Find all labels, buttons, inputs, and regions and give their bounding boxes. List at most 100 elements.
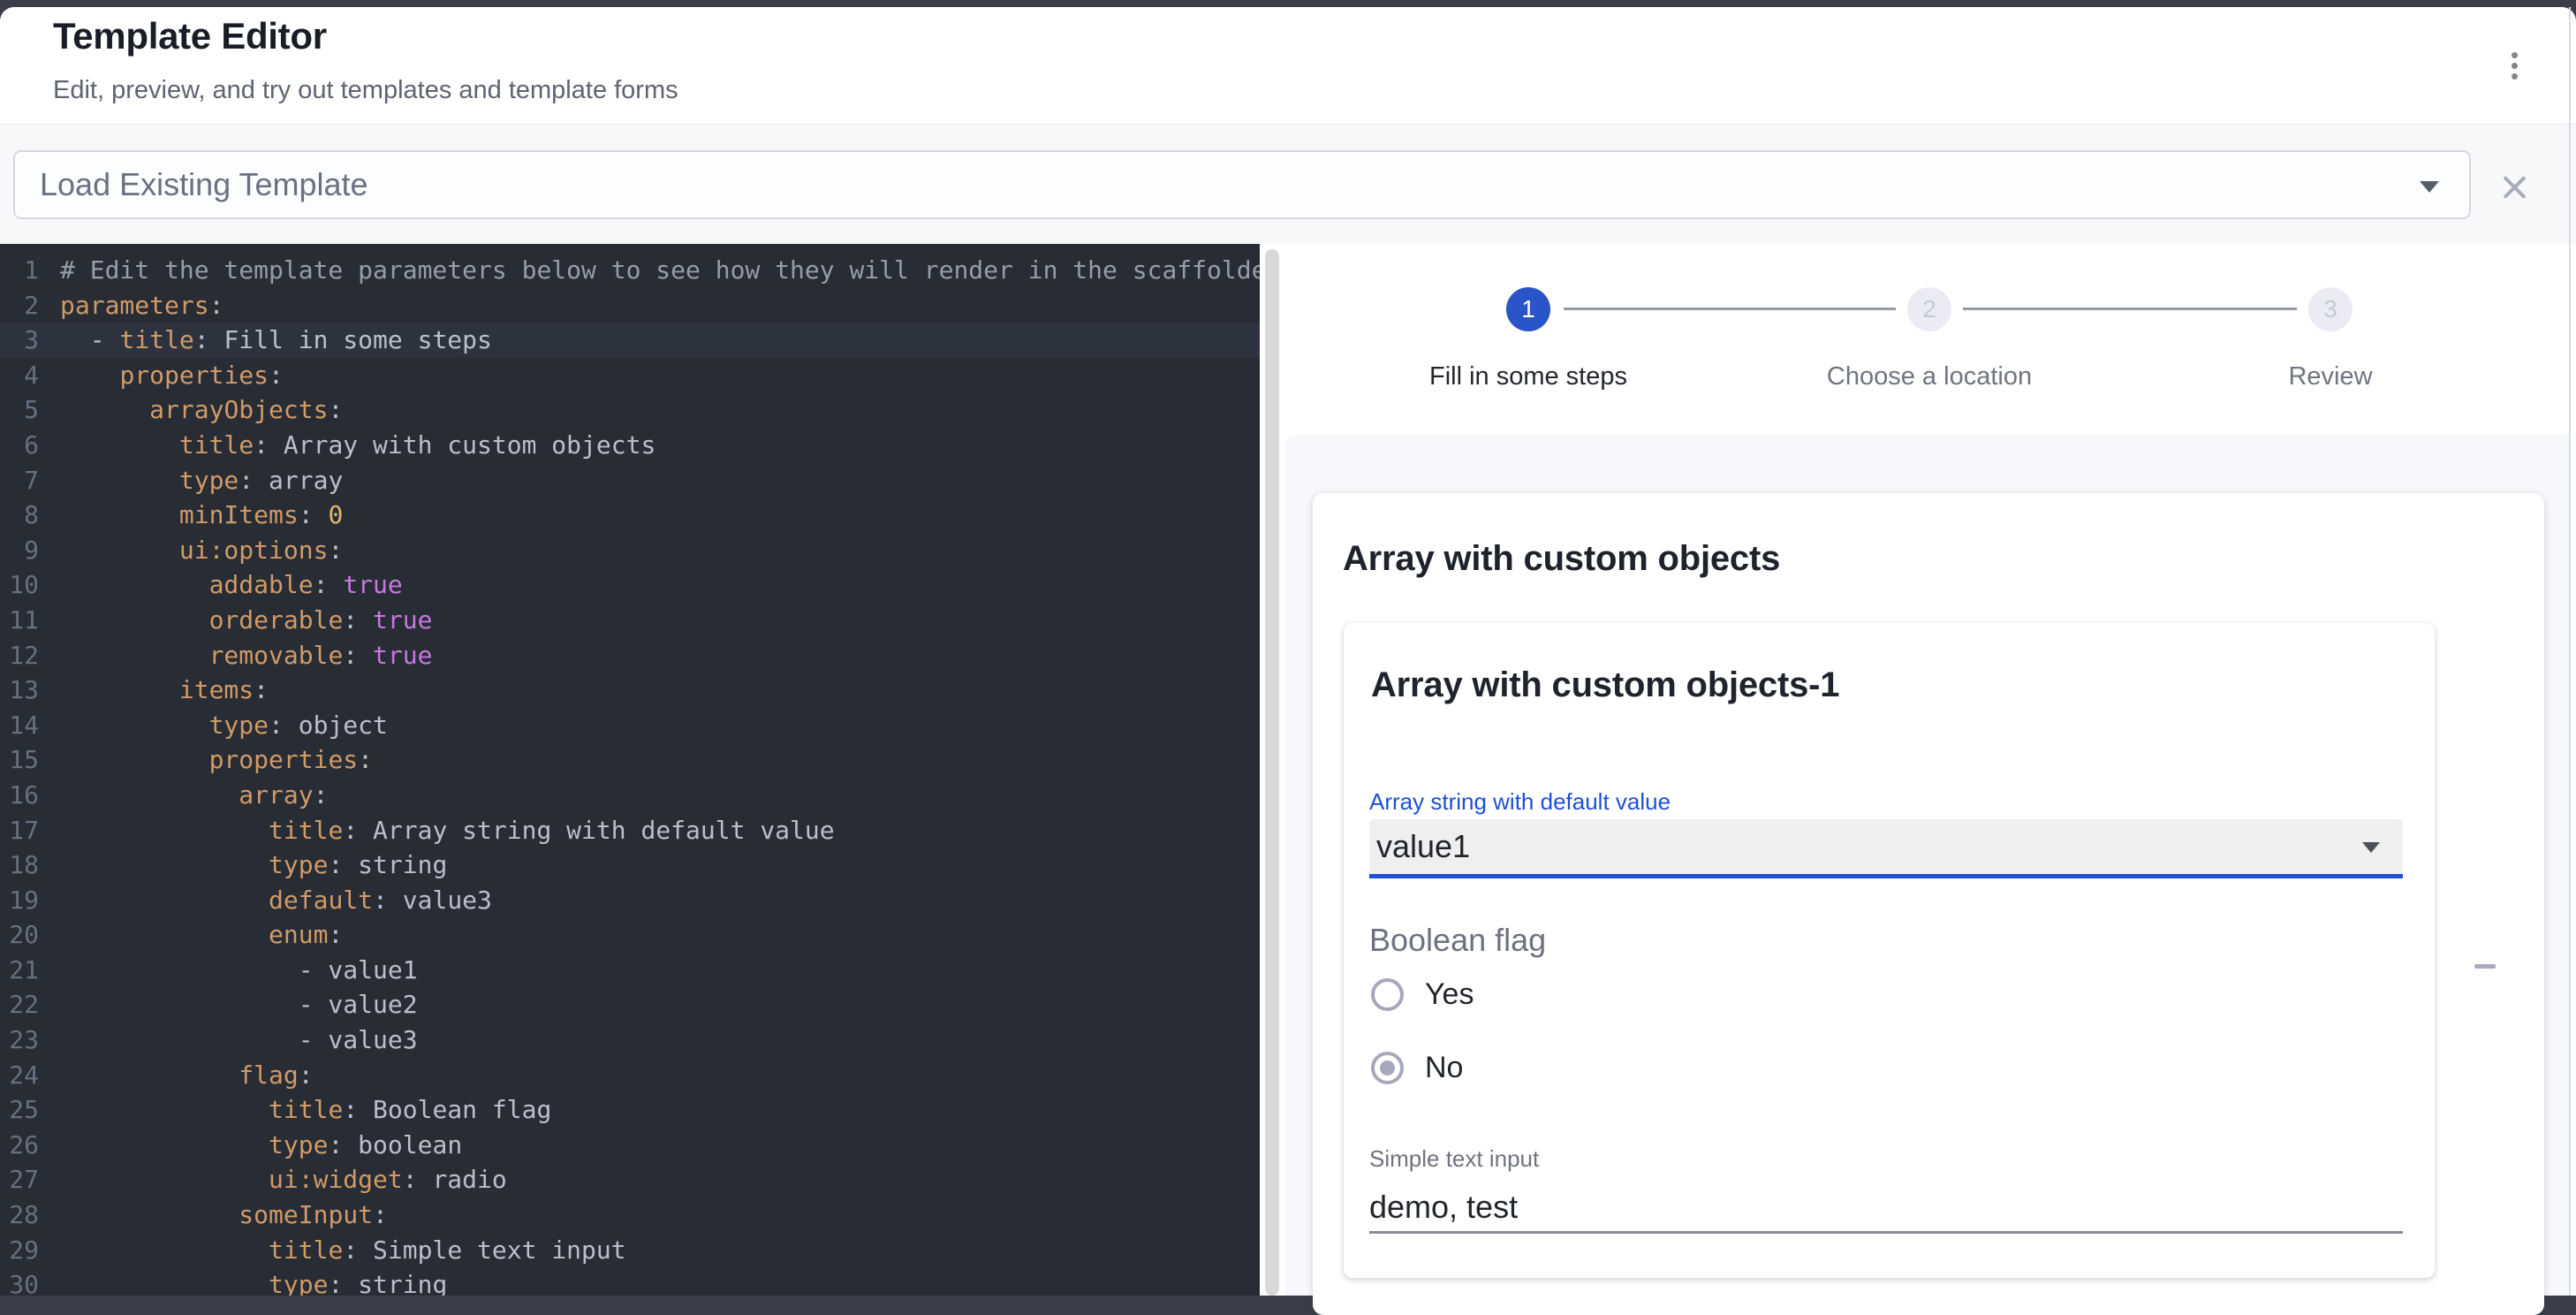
code-line: 11 orderable: true	[0, 603, 1260, 638]
code-text: title: Array with custom objects	[60, 428, 655, 463]
remove-array-item-button[interactable]	[2464, 945, 2506, 987]
line-number: 6	[0, 428, 39, 463]
code-text: # Edit the template parameters below to …	[60, 253, 1260, 288]
code-line: 22 - value2	[0, 987, 1260, 1022]
line-number: 15	[0, 742, 39, 778]
code-text: properties:	[60, 742, 373, 778]
minus-icon	[2474, 964, 2496, 969]
code-text: type: object	[60, 708, 388, 743]
step-circle-2: 2	[1907, 287, 1951, 331]
radio-option-yes[interactable]: Yes	[1371, 975, 1474, 1014]
array-item-title: Array with custom objects-1	[1371, 665, 1839, 705]
line-number: 16	[0, 778, 39, 813]
code-text: - value3	[60, 1022, 418, 1058]
code-line: 8 minItems: 0	[0, 498, 1260, 533]
step-label: Review	[2110, 361, 2551, 392]
code-line: 15 properties:	[0, 742, 1260, 778]
code-line: 27 ui:widget: radio	[0, 1162, 1260, 1197]
line-number: 19	[0, 883, 39, 918]
code-line: 19 default: value3	[0, 883, 1260, 918]
code-text: title: Boolean flag	[60, 1092, 551, 1128]
kebab-menu-icon	[2512, 63, 2518, 69]
select-field-label: Array string with default value	[1369, 788, 1671, 816]
code-line: 25 title: Boolean flag	[0, 1092, 1260, 1128]
code-text: type: array	[60, 463, 343, 498]
code-text: minItems: 0	[60, 498, 343, 533]
yaml-code-editor[interactable]: 1# Edit the template parameters below to…	[0, 244, 1260, 1296]
clear-template-button[interactable]	[2491, 164, 2537, 210]
code-line: 13 items:	[0, 673, 1260, 708]
line-number: 5	[0, 392, 39, 428]
code-text: default: value3	[60, 883, 492, 918]
code-text: arrayObjects:	[60, 392, 343, 428]
line-number: 27	[0, 1162, 39, 1197]
code-line: 29 title: Simple text input	[0, 1233, 1260, 1268]
chevron-down-icon	[2420, 181, 2439, 193]
code-line: 21 - value1	[0, 953, 1260, 988]
code-line: 10 addable: true	[0, 567, 1260, 603]
code-line: 26 type: boolean	[0, 1128, 1260, 1163]
code-text: parameters:	[60, 288, 224, 323]
kebab-menu-icon	[2512, 52, 2518, 58]
code-text: type: string	[60, 848, 447, 883]
line-number: 7	[0, 463, 39, 498]
line-number: 9	[0, 533, 39, 568]
line-number: 8	[0, 498, 39, 533]
code-text: ui:widget: radio	[60, 1162, 507, 1197]
radio-option-no[interactable]: No	[1371, 1048, 1463, 1087]
line-number: 3	[0, 323, 39, 358]
load-existing-template-placeholder: Load Existing Template	[40, 166, 368, 203]
array-string-select[interactable]: value1	[1369, 819, 2403, 874]
code-text: addable: true	[60, 567, 403, 603]
step-circle-1: 1	[1506, 287, 1550, 331]
code-text: - value1	[60, 953, 418, 988]
line-number: 26	[0, 1128, 39, 1163]
code-line: 14 type: object	[0, 708, 1260, 743]
code-line: 28 someInput:	[0, 1197, 1260, 1233]
radio-option-label: Yes	[1425, 977, 1474, 1012]
line-number: 14	[0, 708, 39, 743]
editor-scrollbar[interactable]	[1265, 249, 1279, 1296]
code-line: 16 array:	[0, 778, 1260, 813]
code-line: 4 properties:	[0, 358, 1260, 393]
code-line: 6 title: Array with custom objects	[0, 428, 1260, 463]
radio-checked-icon	[1371, 1052, 1404, 1084]
code-text: enum:	[60, 917, 343, 953]
line-number: 21	[0, 953, 39, 988]
code-text: title: Array string with default value	[60, 813, 835, 848]
code-text: - value2	[60, 987, 418, 1022]
stepper-connector-line	[1963, 308, 2297, 310]
stepper-connector-line	[1564, 308, 1896, 310]
line-number: 28	[0, 1197, 39, 1233]
code-text: someInput:	[60, 1197, 388, 1233]
code-line: 5 arrayObjects:	[0, 392, 1260, 428]
radio-group-label: Boolean flag	[1369, 922, 1546, 959]
code-text: properties:	[60, 358, 284, 393]
page-title: Template Editor	[53, 14, 327, 58]
code-text: - title: Fill in some steps	[60, 323, 492, 358]
code-line: 18 type: string	[0, 848, 1260, 883]
form-section-title: Array with custom objects	[1343, 539, 1780, 579]
line-number: 23	[0, 1022, 39, 1058]
load-existing-template-select[interactable]: Load Existing Template	[13, 150, 2471, 219]
line-number: 24	[0, 1058, 39, 1093]
simple-text-input[interactable]: demo, test	[1369, 1189, 1518, 1226]
code-line: 20 enum:	[0, 917, 1260, 953]
code-line: 23 - value3	[0, 1022, 1260, 1058]
code-text: flag:	[60, 1058, 314, 1093]
line-number: 17	[0, 813, 39, 848]
code-text: array:	[60, 778, 328, 813]
line-number: 12	[0, 638, 39, 673]
code-line: 3 - title: Fill in some steps	[0, 323, 1260, 358]
page-subtitle: Edit, preview, and try out templates and…	[53, 74, 678, 106]
dropdown-arrow-icon	[2362, 842, 2380, 853]
code-line: 9 ui:options:	[0, 533, 1260, 568]
line-number: 22	[0, 987, 39, 1022]
code-text: type: boolean	[60, 1128, 462, 1163]
code-text: title: Simple text input	[60, 1233, 626, 1268]
line-number: 20	[0, 917, 39, 953]
more-options-button[interactable]	[2493, 44, 2535, 87]
line-number: 10	[0, 567, 39, 603]
step-label: Choose a location	[1708, 361, 2150, 392]
line-number: 11	[0, 603, 39, 638]
